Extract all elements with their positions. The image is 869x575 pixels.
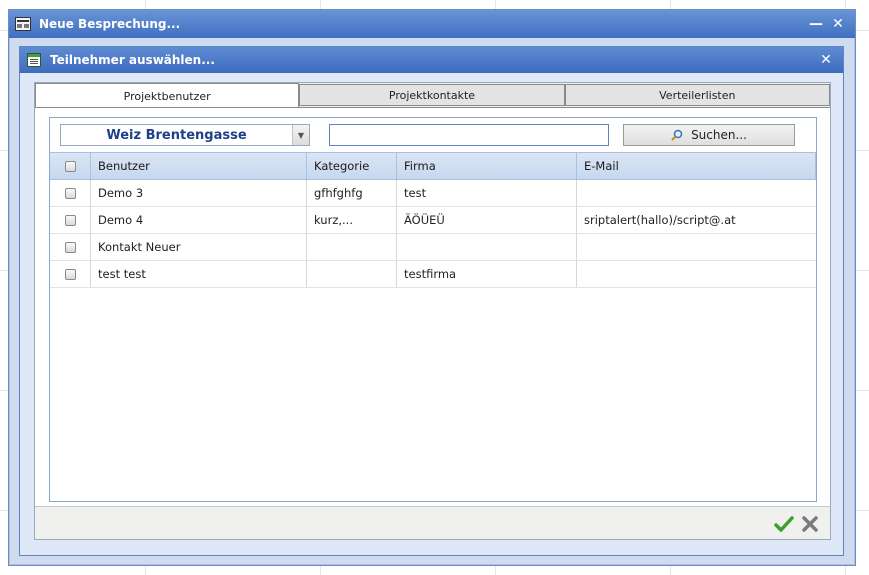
cell-firma: testfirma <box>397 261 577 287</box>
cell-benutzer: Demo 3 <box>91 180 307 206</box>
cell-firma: test <box>397 180 577 206</box>
cell-kategorie <box>307 234 397 260</box>
dialog-title-bar[interactable]: Teilnehmer auswählen... ✕ <box>20 47 843 73</box>
participant-select-dialog: Teilnehmer auswählen... ✕ Projektbenutze… <box>19 46 844 556</box>
row-checkbox-cell <box>50 207 91 233</box>
row-checkbox-cell <box>50 261 91 287</box>
outer-window-title: Neue Besprechung... <box>39 17 181 31</box>
dialog-footer <box>35 506 830 539</box>
cell-firma: ÄÖÜEÜ <box>397 207 577 233</box>
user-list-panel: Weiz Brentengasse ▼ Suchen... Benutzer K… <box>49 117 817 502</box>
cell-kategorie: kurz,... <box>307 207 397 233</box>
search-button[interactable]: Suchen... <box>623 124 795 146</box>
outer-close-button[interactable]: ✕ <box>827 13 849 35</box>
grey-x-icon <box>802 516 818 532</box>
cell-email <box>577 180 816 206</box>
tab-projektbenutzer[interactable]: Projektbenutzer <box>35 83 300 108</box>
location-select-value: Weiz Brentengasse <box>106 127 247 143</box>
row-checkbox[interactable] <box>64 214 76 226</box>
table-row[interactable]: Demo 3 gfhfghfg test <box>50 180 816 207</box>
outer-window-neue-besprechung: Neue Besprechung... — ✕ Teilnehmer auswä… <box>8 9 856 566</box>
tab-projektkontakte[interactable]: Projektkontakte <box>299 84 565 106</box>
select-all-cell <box>50 153 91 179</box>
minimize-button[interactable]: — <box>805 13 827 35</box>
column-header-email[interactable]: E-Mail <box>577 153 816 179</box>
chevron-down-icon[interactable]: ▼ <box>292 125 309 145</box>
row-checkbox[interactable] <box>64 187 76 199</box>
cell-email <box>577 261 816 287</box>
location-select[interactable]: Weiz Brentengasse ▼ <box>60 124 310 146</box>
cell-benutzer: test test <box>91 261 307 287</box>
table-row[interactable]: Kontakt Neuer <box>50 234 816 261</box>
row-checkbox[interactable] <box>64 241 76 253</box>
search-toolbar: Weiz Brentengasse ▼ Suchen... <box>50 118 816 152</box>
cell-email <box>577 234 816 260</box>
column-header-firma[interactable]: Firma <box>397 153 577 179</box>
search-input[interactable] <box>329 124 609 146</box>
table-row[interactable]: Demo 4 kurz,... ÄÖÜEÜ sriptalert(hallo)/… <box>50 207 816 234</box>
cell-kategorie: gfhfghfg <box>307 180 397 206</box>
tab-strip: Projektbenutzer Projektkontakte Verteile… <box>35 83 830 108</box>
dialog-body: Projektbenutzer Projektkontakte Verteile… <box>34 82 831 540</box>
dialog-close-button[interactable]: ✕ <box>815 49 837 71</box>
cancel-button[interactable] <box>800 514 820 534</box>
cell-benutzer: Kontakt Neuer <box>91 234 307 260</box>
tab-verteilerlisten[interactable]: Verteilerlisten <box>564 84 830 106</box>
outer-window-title-bar[interactable]: Neue Besprechung... — ✕ <box>9 10 855 38</box>
tab-panel-projektbenutzer: Weiz Brentengasse ▼ Suchen... Benutzer K… <box>35 107 830 507</box>
select-all-checkbox[interactable] <box>64 160 76 172</box>
cell-benutzer: Demo 4 <box>91 207 307 233</box>
cell-email: sriptalert(hallo)/script@.at <box>584 213 736 227</box>
dialog-title: Teilnehmer auswählen... <box>50 53 215 67</box>
list-window-icon <box>26 53 42 67</box>
cell-firma <box>397 234 577 260</box>
row-checkbox[interactable] <box>64 268 76 280</box>
participant-grid: Benutzer Kategorie Firma E-Mail Demo 3 g… <box>50 152 816 501</box>
table-row[interactable]: test test testfirma <box>50 261 816 288</box>
grid-header: Benutzer Kategorie Firma E-Mail <box>50 152 816 180</box>
search-button-label: Suchen... <box>691 128 747 142</box>
cell-kategorie <box>307 261 397 287</box>
column-header-benutzer[interactable]: Benutzer <box>91 153 307 179</box>
column-header-kategorie[interactable]: Kategorie <box>307 153 397 179</box>
row-checkbox-cell <box>50 180 91 206</box>
magnifier-icon <box>671 129 683 141</box>
row-checkbox-cell <box>50 234 91 260</box>
meeting-window-icon <box>15 17 31 31</box>
ok-button[interactable] <box>774 514 794 534</box>
green-check-icon <box>774 516 794 532</box>
